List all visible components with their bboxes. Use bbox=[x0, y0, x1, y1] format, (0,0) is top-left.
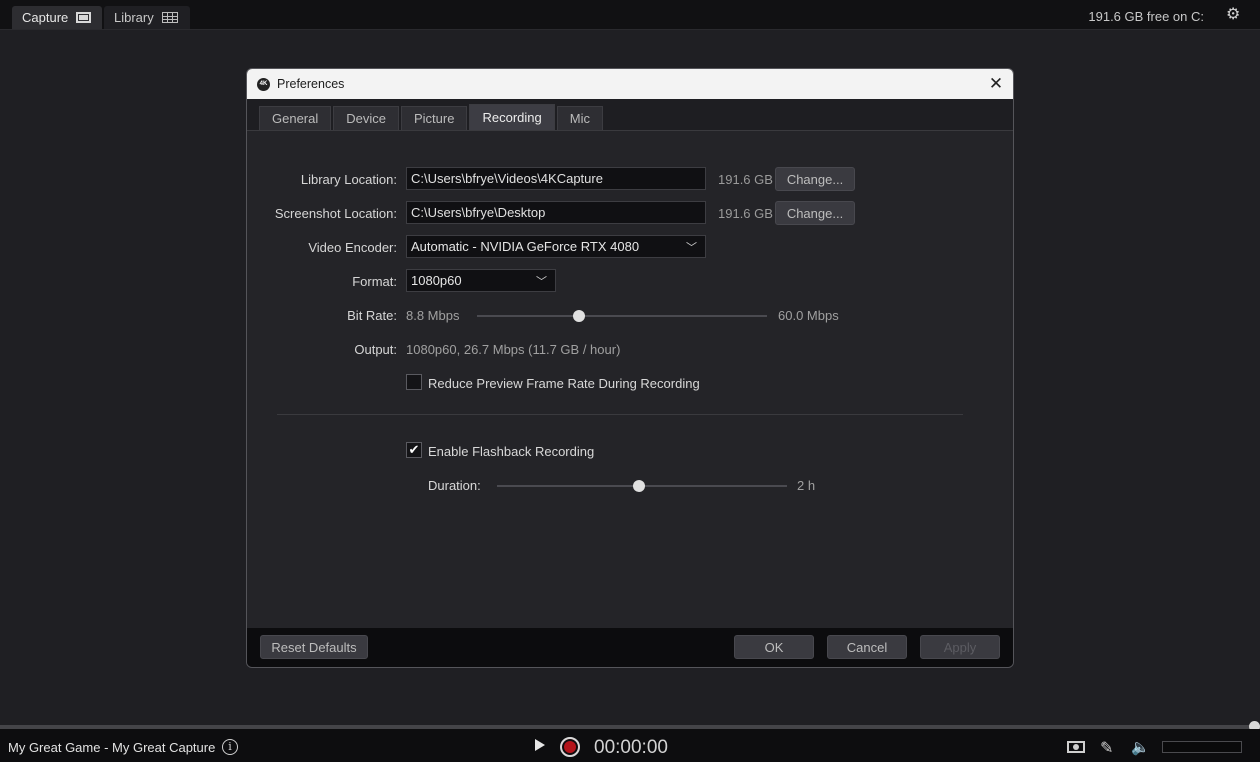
chevron-down-icon: ﹀ bbox=[536, 276, 547, 288]
play-icon[interactable] bbox=[535, 739, 545, 751]
tab-capture[interactable]: Capture bbox=[12, 6, 102, 29]
info-icon[interactable]: i bbox=[222, 739, 238, 755]
library-size: 191.6 GB bbox=[718, 172, 773, 187]
reduce-preview-checkbox[interactable] bbox=[406, 374, 422, 390]
duration-value: 2 h bbox=[797, 478, 816, 493]
screenshot-location-label: Screenshot Location: bbox=[274, 206, 397, 221]
flashback-label: Enable Flashback Recording bbox=[428, 444, 595, 459]
gear-icon[interactable]: ⚙ bbox=[1226, 7, 1242, 23]
bit-rate-slider-thumb[interactable] bbox=[572, 310, 585, 322]
free-space-label: 191.6 GB free on C: bbox=[1088, 9, 1204, 24]
preferences-tabs: General Device Picture Recording Mic bbox=[247, 99, 1013, 131]
tab-general[interactable]: General bbox=[259, 106, 332, 130]
library-change-button[interactable]: Change... bbox=[775, 167, 855, 191]
cancel-button[interactable]: Cancel bbox=[827, 635, 907, 659]
reduce-preview-label: Reduce Preview Frame Rate During Recordi… bbox=[428, 376, 700, 391]
close-icon[interactable]: ✕ bbox=[987, 75, 1005, 93]
chevron-down-icon: ﹀ bbox=[686, 242, 697, 254]
output-value: 1080p60, 26.7 Mbps (11.7 GB / hour) bbox=[406, 342, 621, 357]
dialog-titlebar: 4K Preferences ✕ bbox=[247, 69, 1013, 99]
tab-recording[interactable]: Recording bbox=[469, 104, 555, 130]
bit-rate-max: 60.0 Mbps bbox=[778, 308, 839, 323]
duration-slider-thumb[interactable] bbox=[633, 480, 646, 492]
duration-label: Duration: bbox=[428, 478, 481, 493]
format-label: Format: bbox=[352, 274, 397, 289]
video-encoder-label: Video Encoder: bbox=[308, 240, 397, 255]
tab-picture[interactable]: Picture bbox=[401, 106, 468, 130]
mic-muted-icon[interactable]: ✎ bbox=[1100, 738, 1113, 758]
format-select[interactable]: 1080p60 ﹀ bbox=[406, 269, 556, 292]
volume-meter[interactable] bbox=[1162, 741, 1242, 753]
screenshot-icon[interactable] bbox=[1067, 741, 1085, 753]
screenshot-size: 191.6 GB bbox=[718, 206, 773, 221]
tab-mic[interactable]: Mic bbox=[556, 106, 603, 130]
library-location-field[interactable]: C:\Users\bfrye\Videos\4KCapture bbox=[406, 167, 706, 190]
reset-defaults-button[interactable]: Reset Defaults bbox=[260, 635, 368, 659]
bit-rate-label: Bit Rate: bbox=[347, 308, 397, 323]
tab-library-label: Library bbox=[114, 10, 154, 25]
tab-device[interactable]: Device bbox=[333, 106, 399, 130]
preferences-dialog: 4K Preferences ✕ General Device Picture … bbox=[246, 68, 1014, 668]
ok-button[interactable]: OK bbox=[734, 635, 814, 659]
tab-library[interactable]: Library bbox=[104, 6, 190, 29]
library-location-label: Library Location: bbox=[300, 172, 397, 187]
screenshot-location-field[interactable]: C:\Users\bfrye\Desktop bbox=[406, 201, 706, 224]
video-encoder-select[interactable]: Automatic - NVIDIA GeForce RTX 4080 ﹀ bbox=[406, 235, 706, 258]
record-button[interactable] bbox=[560, 737, 580, 757]
bit-rate-min: 8.8 Mbps bbox=[406, 308, 460, 323]
monitor-icon bbox=[76, 12, 92, 23]
speaker-icon[interactable]: 🔈 bbox=[1131, 738, 1150, 756]
section-divider bbox=[277, 414, 963, 415]
format-value: 1080p60 bbox=[411, 273, 462, 288]
tab-capture-label: Capture bbox=[22, 10, 69, 25]
top-bar: Capture Library 191.6 GB free on C: ⚙ bbox=[0, 0, 1260, 30]
flashback-checkbox[interactable]: ✔ bbox=[406, 442, 422, 458]
apply-button[interactable]: Apply bbox=[920, 635, 1000, 659]
dialog-footer: Reset Defaults OK Cancel Apply bbox=[247, 628, 1013, 667]
grid-list-icon bbox=[161, 12, 178, 23]
bottom-bar: My Great Game - My Great Capture i 00:00… bbox=[0, 729, 1260, 762]
dialog-title: Preferences bbox=[277, 77, 345, 91]
timer: 00:00:00 bbox=[594, 737, 668, 758]
video-encoder-value: Automatic - NVIDIA GeForce RTX 4080 bbox=[411, 239, 640, 254]
bit-rate-slider[interactable] bbox=[477, 315, 767, 317]
app-logo-icon: 4K bbox=[257, 77, 270, 91]
project-title: My Great Game - My Great Capture bbox=[8, 740, 216, 755]
screenshot-change-button[interactable]: Change... bbox=[775, 201, 855, 225]
output-label: Output: bbox=[354, 342, 397, 357]
